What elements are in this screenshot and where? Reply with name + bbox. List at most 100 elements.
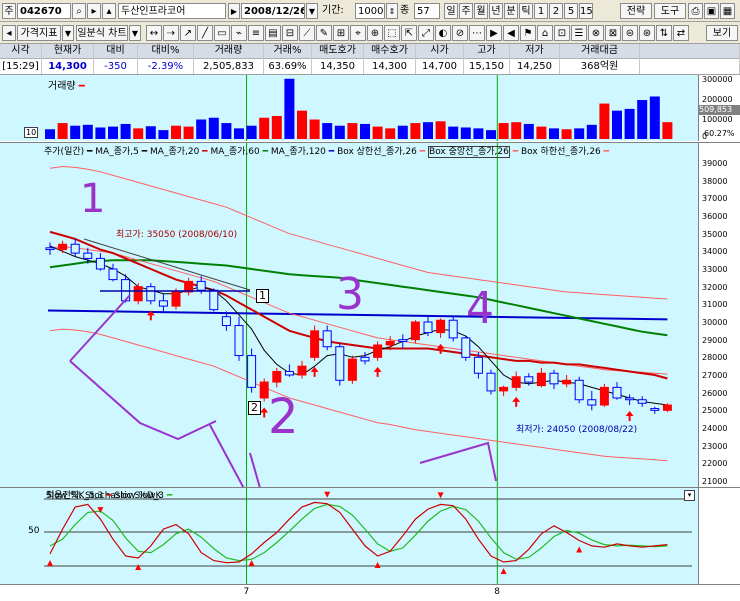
- candle: [247, 348, 257, 393]
- volume-bar: [511, 122, 522, 139]
- candle-body: [536, 372, 546, 387]
- drawing-tool-button[interactable]: ↗: [180, 25, 196, 41]
- settings-button[interactable]: ▦: [720, 3, 735, 19]
- drawing-tool-button[interactable]: ⇢: [163, 25, 179, 41]
- interval-tab[interactable]: 분: [504, 3, 518, 19]
- candle: [146, 283, 156, 305]
- quote-column: 시가 14,700: [416, 44, 464, 74]
- volume-bar: [347, 123, 358, 139]
- drawing-tool-button[interactable]: ↔: [146, 25, 162, 41]
- drawing-tool-button[interactable]: ▤: [265, 25, 281, 41]
- market-select[interactable]: 주: [2, 3, 16, 19]
- stock-code-input[interactable]: 042670: [17, 3, 71, 19]
- drawing-tool-button[interactable]: ◐: [435, 25, 451, 41]
- candle-body: [410, 321, 420, 341]
- drawing-tool-button[interactable]: ⊠: [605, 25, 621, 41]
- drawing-tool-button[interactable]: ⇄: [673, 25, 689, 41]
- drawing-tool-button[interactable]: ⌂: [537, 25, 553, 41]
- candle: [625, 394, 635, 406]
- prev-stock-button[interactable]: ▸: [87, 3, 101, 19]
- quote-column: 현재가 14,300: [42, 44, 94, 74]
- quote-column: 고가 15,150: [464, 44, 510, 74]
- drawing-tool-button[interactable]: ⚑: [520, 25, 536, 41]
- date-prev-button[interactable]: ▶: [228, 3, 240, 19]
- interval-tab[interactable]: 15: [579, 3, 593, 19]
- tools-label: 도구: [660, 6, 680, 17]
- price-indicator-button[interactable]: 가격지표: [17, 25, 61, 41]
- stock-name-field[interactable]: 두산인프라코어: [118, 3, 226, 19]
- interval-tab[interactable]: 틱: [519, 3, 533, 19]
- chart-type-select[interactable]: 일분식 차트: [76, 25, 128, 41]
- volume-title-text: 거래량: [48, 81, 76, 92]
- drawing-tool-button[interactable]: ⊟: [282, 25, 298, 41]
- candle-body: [524, 376, 534, 383]
- box-mark-1: 1: [256, 289, 269, 303]
- drawing-tool-button[interactable]: ≡: [248, 25, 264, 41]
- count-input[interactable]: 57: [414, 3, 440, 19]
- interval-tab[interactable]: 년: [489, 3, 503, 19]
- period-input[interactable]: 1000: [355, 3, 385, 19]
- drawing-tool-button[interactable]: ▭: [214, 25, 230, 41]
- drawing-tool-button[interactable]: ⊗: [588, 25, 604, 41]
- price-tick: 39000: [702, 159, 728, 168]
- search-button[interactable]: ⌕: [72, 3, 86, 19]
- candle-body: [385, 340, 395, 346]
- drawing-tool-button[interactable]: ⌁: [231, 25, 247, 41]
- view-button[interactable]: 보기: [706, 25, 738, 41]
- stock-code: 042670: [20, 6, 62, 17]
- drawing-tool-button[interactable]: ✎: [316, 25, 332, 41]
- quote-column: 저가 14,250: [510, 44, 560, 74]
- save-button[interactable]: ▣: [704, 3, 719, 19]
- volume-bar: [158, 130, 169, 139]
- interval-tab[interactable]: 월: [474, 3, 488, 19]
- volume-bar: [360, 123, 370, 139]
- drawing-tool-button[interactable]: ⌖: [350, 25, 366, 41]
- hand-mark-2: 2: [268, 389, 299, 445]
- volume-unit-badge: 10: [24, 127, 39, 138]
- panel-menu-button[interactable]: ▾: [684, 490, 695, 501]
- strategy-button[interactable]: 전략: [620, 3, 652, 19]
- interval-tab[interactable]: 일: [444, 3, 458, 19]
- drawing-tool-button[interactable]: ▶: [486, 25, 502, 41]
- tools-button[interactable]: 도구: [654, 3, 686, 19]
- drawing-tool-button[interactable]: ⟋: [299, 25, 315, 41]
- drawing-tool-button[interactable]: ◀: [503, 25, 519, 41]
- drawing-tool-button[interactable]: ⊕: [367, 25, 383, 41]
- interval-tab[interactable]: 1: [534, 3, 548, 19]
- quote-value: 14,300: [48, 61, 87, 72]
- volume-bar: [599, 103, 610, 139]
- candle: [234, 316, 244, 361]
- drawing-tool-button[interactable]: ⤢: [418, 25, 434, 41]
- candle: [436, 318, 446, 338]
- volume-unit: 10: [26, 128, 37, 137]
- quote-value: -2.39%: [147, 61, 184, 72]
- next-stock-button[interactable]: ▴: [102, 3, 116, 19]
- indicator-dropdown[interactable]: ▼: [62, 25, 74, 41]
- drawing-tool-button[interactable]: ⬚: [384, 25, 400, 41]
- drawing-tool-button[interactable]: ⊞: [333, 25, 349, 41]
- collapse-button[interactable]: ◂: [2, 25, 16, 41]
- volume-bar: [45, 129, 55, 139]
- period-spinner[interactable]: ⇕: [386, 3, 398, 19]
- drawing-tool-button[interactable]: ⊘: [452, 25, 468, 41]
- legend-box-middle-item: Box 중앙선_종가,26: [428, 146, 510, 158]
- date-dropdown-button[interactable]: ▼: [306, 3, 318, 19]
- print-button[interactable]: ⎙: [688, 3, 703, 19]
- drawing-tool-button[interactable]: ⇅: [656, 25, 672, 41]
- interval-tab[interactable]: 5: [564, 3, 578, 19]
- play-left-icon: ▶: [230, 7, 238, 16]
- drawing-tool-button[interactable]: ⋯: [469, 25, 485, 41]
- drawing-tool-button[interactable]: ⊜: [622, 25, 638, 41]
- interval-tab[interactable]: 2: [549, 3, 563, 19]
- chevron-left-icon: ◂: [6, 28, 12, 39]
- interval-tab-label: 년: [491, 6, 501, 17]
- drawing-tool-button[interactable]: ⊛: [639, 25, 655, 41]
- drawing-tool-button[interactable]: ⇱: [401, 25, 417, 41]
- candle: [499, 385, 509, 397]
- drawing-tool-button[interactable]: ⊡: [554, 25, 570, 41]
- drawing-tool-button[interactable]: ☰: [571, 25, 587, 41]
- date-input[interactable]: 2008/12/26: [241, 3, 305, 19]
- drawing-tool-button[interactable]: ╱: [197, 25, 213, 41]
- interval-tab[interactable]: 주: [459, 3, 473, 19]
- chart-type-dropdown[interactable]: ▼: [129, 25, 141, 41]
